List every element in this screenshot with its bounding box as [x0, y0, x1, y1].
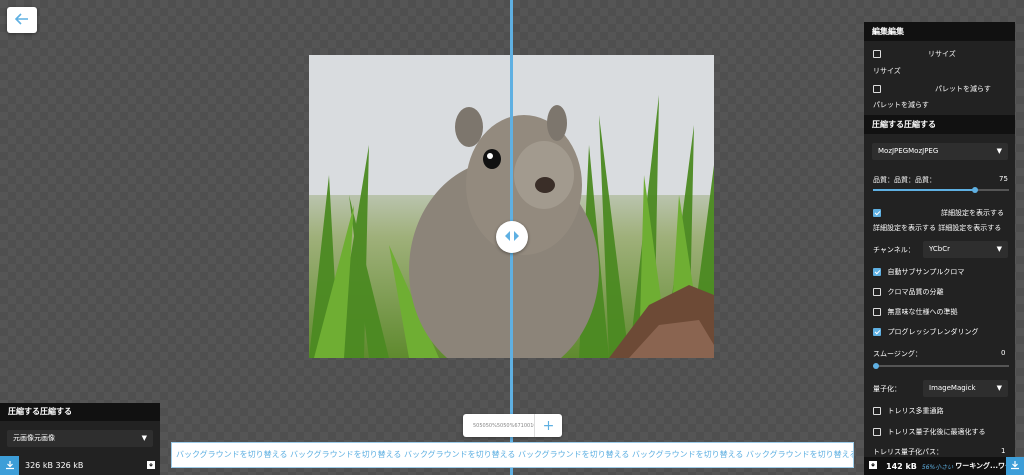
trellis-label: トレリス量子化後に最適化する [887, 428, 986, 436]
arrow-left-icon [14, 13, 29, 27]
option-label: 自動サブサンプルクロマ [887, 268, 965, 276]
quantize-label: 量子化： [873, 385, 901, 393]
save-icon [868, 460, 878, 472]
left-panel-title: 圧縮する圧縮する [0, 403, 160, 421]
quality-label: 品質：品質：品質： [873, 176, 936, 184]
zoom-value[interactable]: 505050%5050%6710010 0%% [473, 423, 534, 429]
zoom-out-button[interactable] [463, 414, 473, 437]
smoothing-value: 0 [1001, 349, 1006, 357]
zoom-in-button[interactable]: + [534, 414, 562, 437]
zoom-control: 505050%5050%6710010 0%% + [463, 414, 562, 437]
trellis-checkbox[interactable] [873, 427, 881, 436]
smoothing-slider[interactable] [873, 363, 1009, 369]
download-right-button[interactable] [1006, 457, 1024, 475]
left-codec-select[interactable]: 元画像元画像 ▼ [7, 430, 153, 447]
resize-toggle[interactable]: リサイズ [873, 49, 1013, 58]
download-icon [5, 460, 15, 472]
download-icon [1010, 460, 1020, 472]
option-row[interactable]: プログレッシブレンダリング [873, 327, 1013, 337]
left-codec-value: 元画像元画像 [13, 434, 55, 442]
codec-value: MozJPEGMozJPEG [878, 147, 939, 155]
reduce-palette-label: パレットを減らす [935, 85, 991, 93]
resize-sublabel: リサイズ [873, 67, 901, 75]
quantize-value: ImageMagick [929, 384, 976, 392]
left-file-size: 326 kB 326 kB [25, 461, 84, 470]
reduce-palette-toggle[interactable]: パレットを減らす [873, 84, 1013, 93]
option-checkbox[interactable] [873, 267, 881, 276]
resize-checkbox[interactable] [873, 49, 881, 58]
advanced-toggle[interactable]: 詳細設定を表示する [873, 208, 1013, 217]
advanced-label: 詳細設定を表示する [941, 209, 1004, 217]
quality-slider-fill [873, 189, 974, 191]
save-left-button[interactable] [141, 456, 160, 475]
right-file-size: 142 kB [886, 461, 917, 471]
back-button[interactable] [7, 7, 37, 33]
quality-slider-thumb[interactable] [972, 187, 978, 193]
working-status: ワーキング...ワー [955, 462, 1013, 470]
trellis-row[interactable]: トレリス多重通路 [873, 406, 1013, 416]
quantize-select[interactable]: ImageMagick ▼ [923, 380, 1008, 397]
download-left-button[interactable] [0, 456, 19, 475]
toggle-background-button[interactable]: バックグラウンドを切り替える バックグラウンドを切り替える バックグラウンドを切… [171, 442, 854, 468]
save-icon [146, 460, 156, 472]
chevron-down-icon: ▼ [996, 147, 1002, 155]
advanced-sublabel: 詳細設定を表示する 詳細設定を表示する [873, 224, 1002, 232]
option-label: プログレッシブレンダリング [887, 328, 979, 336]
smoothing-label: スムージング： [873, 350, 922, 358]
chevron-down-icon: ▼ [996, 384, 1002, 392]
size-reduction-percent: 56%小さい [921, 463, 954, 471]
advanced-checkbox[interactable] [873, 208, 881, 217]
trellis-pass-value: 1 [1001, 447, 1006, 455]
reduce-palette-checkbox[interactable] [873, 84, 881, 93]
channel-label: チャンネル： [873, 246, 915, 254]
split-arrows-icon [504, 231, 520, 243]
quality-value: 75 [999, 175, 1008, 183]
option-checkbox[interactable] [873, 287, 881, 296]
quality-slider[interactable] [873, 187, 1009, 193]
option-checkbox[interactable] [873, 307, 881, 316]
reduce-palette-sublabel: パレットを減らす [873, 101, 929, 109]
trellis-checkbox[interactable] [873, 406, 881, 415]
option-row[interactable]: クロマ品質の分離 [873, 287, 1013, 297]
left-options-panel: 圧縮する圧縮する 元画像元画像 ▼ 326 kB 326 kB [0, 403, 160, 475]
option-label: 無意味な仕様への準拠 [887, 308, 958, 316]
option-label: クロマ品質の分離 [887, 288, 944, 296]
trellis-pass-label: トレリス量子化パス： [873, 448, 943, 456]
channel-value: YCbCr [929, 245, 950, 253]
option-row[interactable]: 無意味な仕様への準拠 [873, 307, 1013, 317]
option-checkbox[interactable] [873, 327, 881, 336]
edit-section-title: 編集編集 [864, 22, 1015, 41]
left-footer: 326 kB 326 kB [0, 456, 160, 475]
channel-select[interactable]: YCbCr ▼ [923, 241, 1008, 258]
option-row[interactable]: 自動サブサンプルクロマ [873, 267, 1013, 277]
right-footer: 142 kB 56%小さい ワーキング...ワー [864, 457, 1024, 475]
chevron-down-icon: ▼ [141, 434, 147, 442]
codec-select[interactable]: MozJPEGMozJPEG ▼ [872, 143, 1008, 160]
smoothing-slider-thumb[interactable] [873, 363, 879, 369]
right-options-panel: 編集編集 リサイズ リサイズ パレットを減らす パレットを減らす 圧縮する圧縮す… [864, 22, 1015, 475]
trellis-label: トレリス多重通路 [887, 407, 944, 415]
divider-handle[interactable] [496, 221, 528, 253]
compress-section-title: 圧縮する圧縮する [864, 115, 1015, 134]
resize-label: リサイズ [928, 50, 956, 58]
chevron-down-icon: ▼ [996, 245, 1002, 253]
save-right-button[interactable] [864, 457, 882, 475]
trellis-row[interactable]: トレリス量子化後に最適化する [873, 427, 1013, 437]
